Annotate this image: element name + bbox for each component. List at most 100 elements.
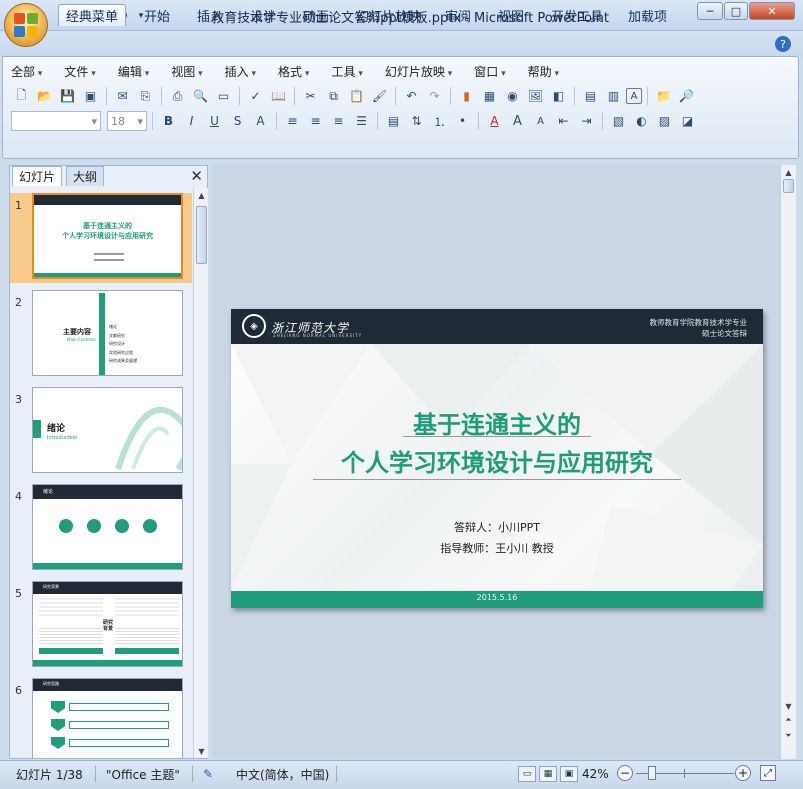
font-size-combo[interactable]: 18 ▾ xyxy=(107,111,147,131)
fill-icon[interactable]: ◪ xyxy=(677,111,698,132)
zoom-in-icon[interactable]: + xyxy=(735,765,751,781)
textbox-icon[interactable]: A xyxy=(626,88,642,104)
page-setup-icon[interactable]: ▭ xyxy=(213,86,234,107)
font-name-combo[interactable]: ▾ xyxy=(11,111,101,131)
next-slide-icon[interactable]: ⏷ xyxy=(781,729,796,743)
main-scrollbar[interactable]: ▲ ▼ ⏶ ⏷ xyxy=(780,165,796,759)
slide-thumbnail-2[interactable]: 2 主要内容 Main Contents 绪论 文献研究 研究设计 实验研究过程 研究成… xyxy=(10,290,192,380)
scroll-up-icon[interactable]: ▲ xyxy=(781,165,796,179)
zoom-slider-thumb[interactable] xyxy=(648,766,656,780)
close-pane-icon[interactable]: ✕ xyxy=(190,167,203,185)
research-icon[interactable]: 📖 xyxy=(268,86,289,107)
zoom-level[interactable]: 42% xyxy=(582,764,609,784)
text-direction-icon[interactable]: ⇅ xyxy=(406,111,427,132)
layout-icon[interactable]: ▥ xyxy=(603,86,624,107)
menu-format[interactable]: 格式 xyxy=(278,63,309,81)
arrange-icon[interactable]: ▨ xyxy=(654,111,675,132)
send-icon[interactable]: ✉ xyxy=(112,86,133,107)
tab-review[interactable]: 审阅 xyxy=(438,4,478,26)
design-icon[interactable]: ▧ xyxy=(608,111,629,132)
slide-sorter-icon[interactable]: ▦ xyxy=(539,766,557,782)
menu-tools[interactable]: 工具 xyxy=(331,63,362,81)
current-slide[interactable]: ◈ 浙江师范大学 ZHEJIANG NORMAL UNIVERSITY 教师教育… xyxy=(231,309,763,608)
chart-icon[interactable]: ▮ xyxy=(456,86,477,107)
tab-home[interactable]: 开始 xyxy=(137,4,177,26)
maximize-button[interactable]: □ xyxy=(724,2,748,20)
theme-name[interactable]: "Office 主题" xyxy=(106,764,180,784)
bold-icon[interactable]: B xyxy=(158,111,179,132)
tab-slideshow[interactable]: 幻灯片放映 xyxy=(349,4,428,26)
slide-thumbnail-5[interactable]: 5 研究背景 研究背景 xyxy=(10,581,192,671)
permission-icon[interactable]: ▣ xyxy=(80,86,101,107)
font-color-icon[interactable]: A xyxy=(484,111,505,132)
copy-icon[interactable]: ⧉ xyxy=(323,86,344,107)
underline-icon[interactable]: U xyxy=(204,111,225,132)
format-painter-icon[interactable]: 🖌 xyxy=(369,86,390,107)
align-center-icon[interactable]: ≡ xyxy=(305,111,326,132)
italic-icon[interactable]: I xyxy=(181,111,202,132)
tab-insert[interactable]: 插入 xyxy=(190,4,230,26)
table-icon[interactable]: ▦ xyxy=(479,86,500,107)
bullets-icon[interactable]: • xyxy=(452,111,473,132)
tab-design[interactable]: 设计 xyxy=(243,4,283,26)
slideshow-view-icon[interactable]: ▣ xyxy=(560,766,578,782)
scroll-down-icon[interactable]: ▼ xyxy=(781,699,796,713)
menu-window[interactable]: 窗口 xyxy=(474,63,505,81)
normal-view-icon[interactable]: ▭ xyxy=(518,766,536,782)
open-icon[interactable]: 📂 xyxy=(34,86,55,107)
zoom-out-icon[interactable]: − xyxy=(617,765,633,781)
align-left-icon[interactable]: ≡ xyxy=(282,111,303,132)
language-indicator[interactable]: 中文(简体，中国) xyxy=(236,764,329,784)
clipart-icon[interactable]: ◉ xyxy=(502,86,523,107)
columns-icon[interactable]: ▤ xyxy=(383,111,404,132)
tab-outline[interactable]: 大纲 xyxy=(66,166,105,186)
menu-file[interactable]: 文件 xyxy=(64,63,95,81)
print-preview-icon[interactable]: 🔍 xyxy=(190,86,211,107)
folder-icon[interactable]: 📁 xyxy=(653,86,674,107)
char-spacing-icon[interactable]: A xyxy=(250,111,271,132)
spelling-icon[interactable]: ✓ xyxy=(245,86,266,107)
picture-icon[interactable]: 🖼 xyxy=(525,86,546,107)
slide-thumbnail-6[interactable]: 6 研究思路 xyxy=(10,678,192,758)
undo-icon[interactable]: ↶ xyxy=(401,86,422,107)
color-grayscale-icon[interactable]: ◧ xyxy=(548,86,569,107)
align-right-icon[interactable]: ≡ xyxy=(328,111,349,132)
redo-icon[interactable]: ↷ xyxy=(424,86,445,107)
minimize-button[interactable]: ─ xyxy=(697,2,723,20)
menu-insert[interactable]: 插入 xyxy=(225,63,256,81)
slide-thumbnail-1[interactable]: 1 基于连通主义的 个人学习环境设计与应用研究 xyxy=(10,193,192,283)
scrollbar-thumb[interactable] xyxy=(196,206,207,264)
previous-slide-icon[interactable]: ⏶ xyxy=(781,713,796,727)
tab-classic-menu[interactable]: 经典菜单 xyxy=(58,4,127,26)
zoom-icon[interactable]: 🔎 xyxy=(676,86,697,107)
cut-icon[interactable]: ✂ xyxy=(300,86,321,107)
decrease-indent-icon[interactable]: ⇤ xyxy=(553,111,574,132)
menu-view[interactable]: 视图 xyxy=(171,63,202,81)
new-slide-icon[interactable]: ▤ xyxy=(580,86,601,107)
menu-edit[interactable]: 编辑 xyxy=(118,63,149,81)
help-icon[interactable]: ? xyxy=(775,36,791,52)
shrink-font-icon[interactable]: A xyxy=(530,111,551,132)
publish-icon[interactable]: ⎘ xyxy=(135,86,156,107)
new-icon[interactable]: 🗋 xyxy=(11,86,32,107)
increase-indent-icon[interactable]: ⇥ xyxy=(576,111,597,132)
save-icon[interactable]: 💾 xyxy=(57,86,78,107)
shadow-icon[interactable]: S xyxy=(227,111,248,132)
numbering-icon[interactable]: ⒈ xyxy=(429,111,450,132)
paste-icon[interactable]: 📋 xyxy=(346,86,367,107)
office-button[interactable] xyxy=(4,3,48,47)
grow-font-icon[interactable]: A xyxy=(507,111,528,132)
print-icon[interactable]: ⎙ xyxy=(167,86,188,107)
shapes-icon[interactable]: ◐ xyxy=(631,111,652,132)
thumbnail-scrollbar[interactable]: ▲ ▼ xyxy=(193,188,208,758)
menu-help[interactable]: 帮助 xyxy=(528,63,559,81)
slide-thumbnail-3[interactable]: 3 绪论 Introduction xyxy=(10,387,192,477)
tab-slides[interactable]: 幻灯片 xyxy=(12,166,63,186)
scroll-down-icon[interactable]: ▼ xyxy=(194,744,209,758)
fit-to-window-icon[interactable]: ⤢ xyxy=(760,765,776,781)
slide-thumbnail-4[interactable]: 4 绪论 xyxy=(10,484,192,574)
scrollbar-thumb[interactable] xyxy=(783,179,794,193)
tab-animation[interactable]: 动画 xyxy=(296,4,336,26)
spellcheck-icon[interactable]: ✎ xyxy=(203,764,213,784)
close-button[interactable]: ✕ xyxy=(749,2,795,20)
